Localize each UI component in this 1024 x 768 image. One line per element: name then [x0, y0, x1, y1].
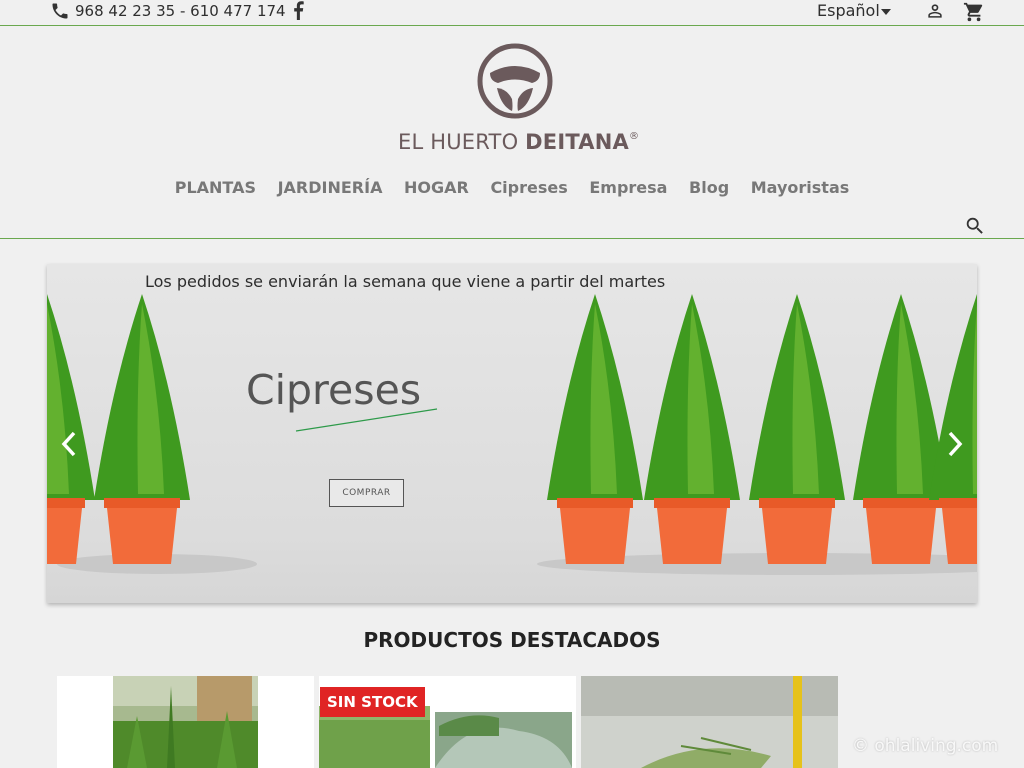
flower-pot: [866, 508, 936, 564]
nav-item-cipreses[interactable]: Cipreses: [490, 178, 567, 197]
language-selector[interactable]: Español: [817, 1, 880, 20]
flower-pot: [560, 508, 630, 564]
banner-notice: Los pedidos se enviarán la semana que vi…: [145, 272, 666, 291]
header-divider: [0, 238, 1024, 239]
nav-item-mayoristas[interactable]: Mayoristas: [751, 178, 850, 197]
product-image: [113, 676, 258, 768]
hero-banner[interactable]: Los pedidos se enviarán la semana que vi…: [47, 264, 977, 603]
brand-name-light: EL HUERTO: [398, 130, 526, 154]
banner-heading: Cipreses: [246, 366, 422, 414]
nav-item-blog[interactable]: Blog: [689, 178, 729, 197]
flower-pot: [107, 508, 177, 564]
phone-number[interactable]: 968 42 23 35 - 610 477 174: [75, 2, 286, 20]
search-icon[interactable]: [964, 215, 986, 237]
nav-item-empresa[interactable]: Empresa: [589, 178, 667, 197]
nav-item-hogar[interactable]: HOGAR: [404, 178, 469, 197]
flower-pot: [657, 508, 727, 564]
flower-pot: [942, 508, 977, 564]
brand-name-bold: DEITANA: [525, 130, 629, 154]
top-bar: 968 42 23 35 - 610 477 174 Español: [0, 0, 1024, 26]
pot-rim: [939, 498, 977, 508]
nav-item-plantas[interactable]: PLANTAS: [175, 178, 256, 197]
main-nav: PLANTAS JARDINERÍA HOGAR Cipreses Empres…: [0, 178, 1024, 197]
registered-mark: ®: [628, 131, 640, 142]
cart-icon[interactable]: [962, 1, 986, 23]
section-title: PRODUCTOS DESTACADOS: [363, 628, 661, 652]
flower-pot: [47, 508, 82, 564]
pot-rim: [759, 498, 835, 508]
pot-rim: [863, 498, 939, 508]
logo-icon[interactable]: [476, 43, 554, 121]
chevron-left-icon[interactable]: [59, 430, 79, 458]
banner-image: [47, 264, 977, 603]
user-icon[interactable]: [925, 1, 945, 21]
phone-icon[interactable]: [49, 1, 71, 21]
product-card[interactable]: [57, 676, 314, 768]
product-image: [581, 676, 838, 768]
watermark: © ohlaliving.com: [852, 736, 999, 756]
nav-item-jardineria[interactable]: JARDINERÍA: [278, 178, 383, 197]
pot-rim: [47, 498, 85, 508]
brand-name[interactable]: EL HUERTO DEITANA®: [398, 130, 639, 154]
pot-rim: [654, 498, 730, 508]
out-of-stock-badge: SIN STOCK: [320, 687, 425, 717]
pot-rim: [104, 498, 180, 508]
product-card[interactable]: [581, 676, 838, 768]
chevron-right-icon[interactable]: [945, 430, 965, 458]
flower-pot: [762, 508, 832, 564]
facebook-icon[interactable]: [292, 1, 304, 20]
buy-button[interactable]: COMPRAR: [329, 479, 404, 507]
chevron-down-icon[interactable]: [881, 9, 891, 15]
pot-rim: [557, 498, 633, 508]
